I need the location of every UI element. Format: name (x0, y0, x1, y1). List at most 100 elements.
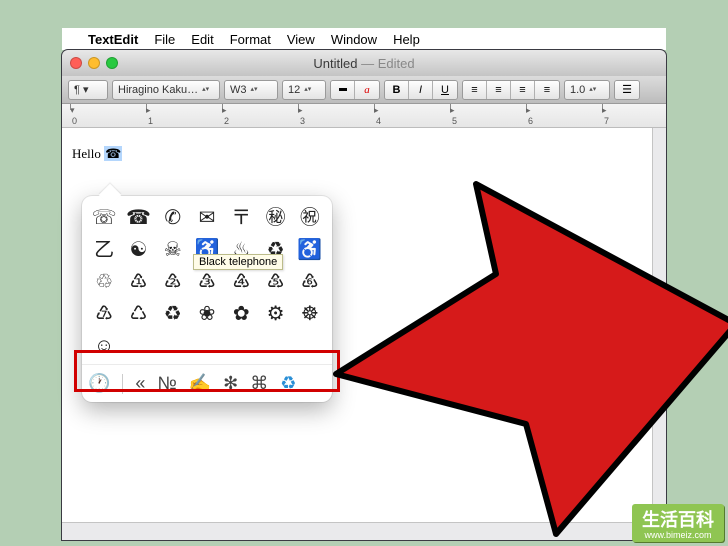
char-cell[interactable]: ☸ (296, 302, 324, 326)
ruler-num-6: 6 (528, 116, 533, 126)
text-color-group: a (330, 80, 380, 100)
align-center-button[interactable]: ≡ (487, 81, 511, 99)
align-right-icon: ≡ (519, 84, 525, 96)
char-cell[interactable]: ✉ (193, 206, 221, 230)
char-cell[interactable]: ♸ (296, 270, 324, 294)
ruler-num-0: 0 (72, 116, 77, 126)
char-cell[interactable]: ♹ (90, 302, 118, 326)
char-cell[interactable]: ♵ (193, 270, 221, 294)
char-cell[interactable]: ❀ (193, 302, 221, 326)
technical-category-icon[interactable]: ⌘ (250, 373, 268, 394)
combo-arrows-icon: ▴▾ (589, 88, 596, 92)
tab-marker-icon[interactable]: ▸ (146, 105, 151, 116)
font-family-label: Hiragino Kaku… (118, 84, 198, 96)
char-cell[interactable]: ♲ (90, 270, 118, 294)
menu-view[interactable]: View (287, 32, 315, 47)
char-cell[interactable]: ♷ (261, 270, 289, 294)
char-cell[interactable]: ✿ (227, 302, 255, 326)
vertical-scrollbar[interactable] (652, 128, 666, 522)
combo-arrows-icon: ▴▾ (304, 88, 311, 92)
align-right-button[interactable]: ≡ (511, 81, 535, 99)
char-cell[interactable]: ✆ (159, 206, 187, 230)
char-cell[interactable]: ♶ (227, 270, 255, 294)
menu-file[interactable]: File (154, 32, 175, 47)
align-justify-button[interactable]: ≡ (535, 81, 559, 99)
horizontal-scrollbar[interactable] (62, 522, 652, 540)
tab-marker-icon[interactable]: ▸ (450, 105, 455, 116)
text-color-red[interactable]: a (355, 81, 379, 99)
quotes-category-icon[interactable]: « (135, 373, 145, 394)
tab-marker-icon[interactable]: ▸ (602, 105, 607, 116)
char-cell[interactable]: ㊙ (261, 206, 289, 230)
ruler-num-7: 7 (604, 116, 609, 126)
menu-edit[interactable]: Edit (191, 32, 213, 47)
font-size-combo[interactable]: 12 ▴▾ (282, 80, 326, 100)
alignment-group: ≡ ≡ ≡ ≡ (462, 80, 560, 100)
color-swatch-icon (339, 88, 347, 91)
tab-marker-icon[interactable]: ▸ (374, 105, 379, 116)
align-justify-icon: ≡ (544, 84, 550, 96)
ruler-num-3: 3 (300, 116, 305, 126)
menu-help[interactable]: Help (393, 32, 420, 47)
color-sample-icon: a (364, 84, 370, 96)
paragraph-style-combo[interactable]: ¶ ▾ (68, 80, 108, 100)
watermark-badge: 生活百科 www.bimeiz.com (632, 504, 724, 542)
underline-label: U (441, 84, 449, 96)
char-cell[interactable]: 〒 (227, 206, 255, 230)
font-weight-label: W3 (230, 84, 247, 96)
italic-label: I (419, 84, 422, 96)
bold-button[interactable]: B (385, 81, 409, 99)
title-main: Untitled (313, 56, 357, 71)
menu-format[interactable]: Format (230, 32, 271, 47)
char-cell[interactable]: ♺ (124, 302, 152, 326)
char-cell[interactable]: ♴ (159, 270, 187, 294)
char-cell[interactable]: ☠ (159, 238, 187, 262)
line-spacing-combo[interactable]: 1.0 ▴▾ (564, 80, 610, 100)
underline-button[interactable]: U (433, 81, 457, 99)
char-cell[interactable]: ☎ (124, 206, 152, 230)
combo-arrows-icon: ▴▾ (251, 88, 258, 92)
char-cell[interactable]: ☏ (90, 206, 118, 230)
font-weight-combo[interactable]: W3 ▴▾ (224, 80, 278, 100)
char-cell[interactable]: ☯ (124, 238, 152, 262)
text-color-black[interactable] (331, 81, 355, 99)
bold-label: B (393, 84, 401, 96)
tab-marker-icon[interactable]: ▸ (222, 105, 227, 116)
clock-icon[interactable]: 🕐 (88, 373, 110, 394)
char-cell[interactable]: ㊗ (296, 206, 324, 230)
italic-button[interactable]: I (409, 81, 433, 99)
ruler-num-1: 1 (148, 116, 153, 126)
ruler-num-5: 5 (452, 116, 457, 126)
combo-arrows-icon: ▴▾ (202, 88, 209, 92)
tab-marker-icon[interactable]: ▸ (526, 105, 531, 116)
mac-menubar: TextEdit File Edit Format View Window He… (62, 28, 666, 50)
window-title: Untitled — Edited (62, 56, 666, 71)
char-cell[interactable]: ♻ (159, 302, 187, 326)
char-cell[interactable]: ♳ (124, 270, 152, 294)
tab-marker-icon[interactable]: ▸ (298, 105, 303, 116)
ruler-num-2: 2 (224, 116, 229, 126)
title-edited: — Edited (357, 56, 414, 71)
menu-window[interactable]: Window (331, 32, 377, 47)
numero-category-icon[interactable]: № (157, 373, 176, 394)
app-menu[interactable]: TextEdit (88, 32, 138, 47)
char-cell[interactable]: 乙 (90, 238, 118, 262)
text-style-group: B I U (384, 80, 458, 100)
align-left-icon: ≡ (471, 84, 477, 96)
symbols-category-icon[interactable]: ♻ (280, 373, 296, 394)
align-left-button[interactable]: ≡ (463, 81, 487, 99)
character-viewer-popover: ☏ ☎ ✆ ✉ 〒 ㊙ ㊗ 乙 ☯ ☠ ♿ ♨ ♻ ♿ ♲ ♳ ♴ ♵ ♶ ♷ … (82, 196, 332, 402)
char-cell[interactable]: ⚙ (261, 302, 289, 326)
ruler[interactable]: ▾ 0 ▸1 ▸2 ▸3 ▸4 ▸5 ▸6 ▸7 (62, 104, 666, 128)
font-family-combo[interactable]: Hiragino Kaku… ▴▾ (112, 80, 220, 100)
ruler-num-4: 4 (376, 116, 381, 126)
separator (122, 374, 123, 394)
writing-category-icon[interactable]: ✍ (189, 373, 211, 394)
watermark-main: 生活百科 (642, 510, 714, 530)
format-toolbar: ¶ ▾ Hiragino Kaku… ▴▾ W3 ▴▾ 12 ▴▾ a B I … (62, 76, 666, 104)
watermark-url: www.bimeiz.com (642, 530, 714, 540)
char-cell[interactable]: ♿ (296, 238, 324, 262)
bullet-category-icon[interactable]: ✻ (223, 373, 238, 394)
char-cell[interactable]: ☺ (90, 334, 118, 358)
list-button[interactable]: ☰ (615, 81, 639, 99)
